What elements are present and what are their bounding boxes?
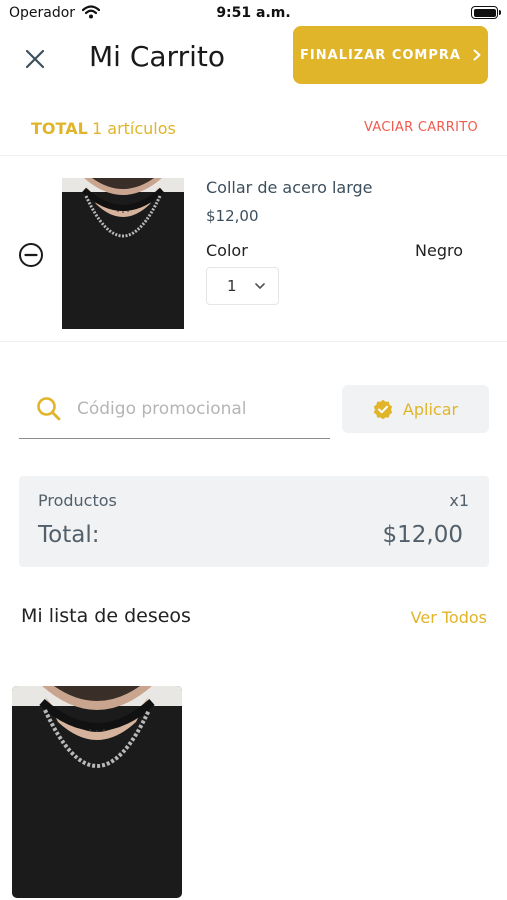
search-icon: [37, 397, 61, 421]
products-quantity: x1: [449, 491, 469, 510]
close-button[interactable]: [20, 44, 50, 74]
total-label: TOTAL: [31, 119, 88, 138]
page-title: Mi Carrito: [89, 40, 225, 73]
apply-promo-button[interactable]: Aplicar: [342, 385, 489, 433]
cart-item: Collar de acero large $12,00 Color Negro…: [0, 158, 507, 342]
grand-total-label: Total:: [38, 522, 100, 548]
checkout-button-label: FINALIZAR COMPRA: [300, 47, 461, 63]
item-count: 1 artículos: [92, 119, 176, 138]
color-value: Negro: [415, 241, 463, 260]
checkout-button[interactable]: FINALIZAR COMPRA: [293, 26, 488, 84]
close-icon: [25, 49, 45, 69]
cart-summary-row: TOTAL 1 artículos VACIAR CARRITO: [0, 110, 507, 156]
verified-badge-icon: [373, 399, 393, 419]
battery-icon: [471, 6, 501, 19]
wishlist-product-image: [12, 686, 182, 898]
product-image[interactable]: [62, 178, 184, 329]
promo-code-field: [19, 384, 330, 439]
quantity-value: 1: [227, 277, 237, 295]
minus-circle-icon: [19, 243, 43, 267]
empty-cart-button[interactable]: VACIAR CARRITO: [364, 120, 478, 135]
wishlist-item[interactable]: [12, 686, 182, 898]
order-totals-panel: Productos x1 Total: $12,00: [19, 476, 489, 567]
apply-promo-label: Aplicar: [402, 399, 459, 419]
quantity-select[interactable]: 1: [206, 267, 279, 305]
status-bar: Operador 9:51 a.m.: [0, 0, 507, 26]
wishlist-title: Mi lista de deseos: [21, 605, 191, 627]
see-all-link[interactable]: Ver Todos: [411, 608, 487, 627]
status-time: 9:51 a.m.: [216, 5, 291, 21]
products-label: Productos: [38, 491, 117, 510]
remove-item-button[interactable]: [18, 242, 44, 268]
grand-total-value: $12,00: [382, 522, 463, 548]
promo-code-input[interactable]: [77, 396, 317, 422]
product-name[interactable]: Collar de acero large: [206, 178, 373, 197]
chevron-down-icon: [254, 283, 265, 289]
chevron-right-icon: [473, 49, 481, 61]
product-price: $12,00: [206, 207, 259, 225]
color-label: Color: [206, 241, 248, 260]
